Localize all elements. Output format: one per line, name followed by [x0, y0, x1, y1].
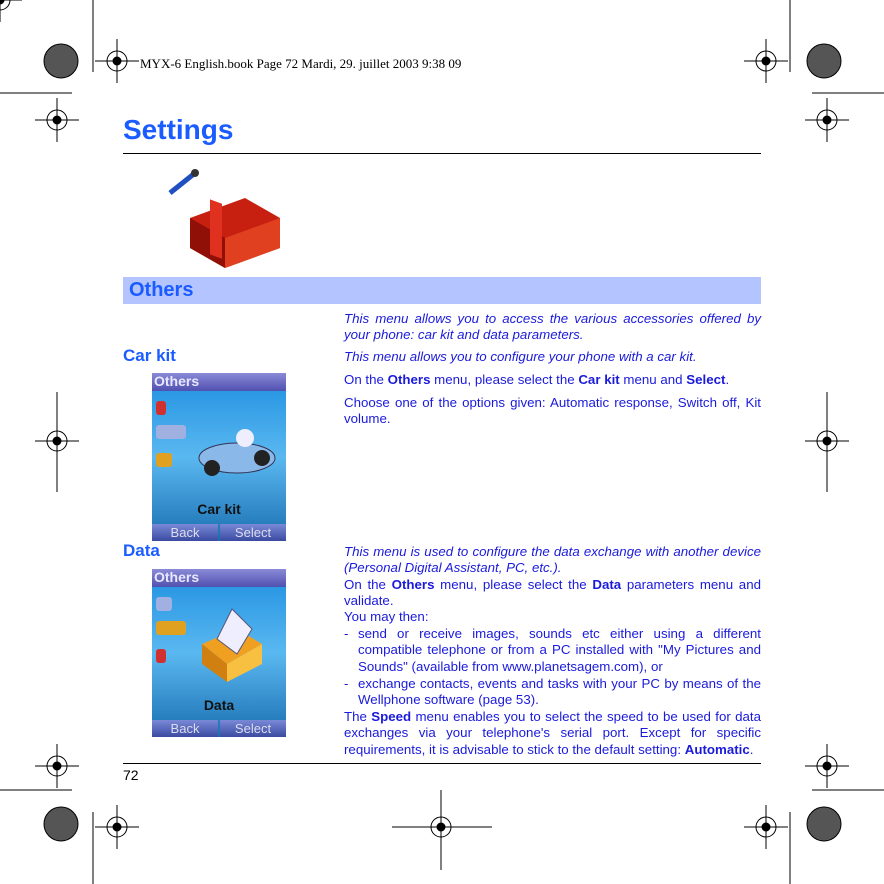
- data-instruction: On the Others menu, please select the Da…: [344, 577, 761, 609]
- screen-title: Others: [152, 569, 286, 587]
- select-softkey: Select: [220, 720, 286, 737]
- footer-divider: [123, 763, 761, 764]
- carkit-phone-screen: Others Car kit Back Select: [152, 373, 286, 541]
- select-softkey: Select: [220, 524, 286, 541]
- section-bar: Others: [123, 277, 761, 304]
- data-description: This menu is used to configure the data …: [344, 544, 761, 576]
- toolbox-icon: [168, 169, 280, 268]
- speed-text: The Speed menu enables you to select the…: [344, 709, 762, 757]
- carkit-description: This menu allows you to configure your p…: [344, 349, 697, 364]
- print-header: MYX-6 English.book Page 72 Mardi, 29. ju…: [140, 56, 462, 71]
- back-softkey: Back: [152, 524, 218, 541]
- data-heading: Data: [123, 541, 160, 560]
- selected-menu-icon: [156, 621, 186, 635]
- intro-text: This menu allows you to access the vario…: [344, 311, 761, 343]
- car-icon: [198, 429, 276, 476]
- screen-label: Data: [203, 697, 235, 713]
- screen-label: Car kit: [197, 501, 241, 517]
- data-then: You may then:: [344, 609, 429, 624]
- back-softkey: Back: [152, 720, 218, 737]
- carkit-instruction: On the Others menu, please select the Ca…: [344, 372, 730, 387]
- manual-page: MYX-6 English.book Page 72 Mardi, 29. ju…: [0, 0, 884, 884]
- selected-menu-icon: [156, 425, 186, 439]
- menu-icon: [156, 453, 172, 467]
- data-box-icon: [202, 608, 262, 682]
- title-divider: [123, 153, 761, 154]
- carkit-heading: Car kit: [123, 346, 176, 365]
- menu-icon: [156, 649, 166, 663]
- carkit-options: Choose one of the options given: Automat…: [344, 395, 761, 427]
- bullet-item: - exchange contacts, events and tasks wit…: [344, 676, 761, 708]
- section-title: Others: [129, 279, 194, 301]
- data-phone-screen: Others Data Back Select: [152, 569, 286, 737]
- page-number: 72: [123, 767, 139, 783]
- bullet-item: - send or receive images, sounds etc eith…: [344, 626, 761, 674]
- menu-icon: [156, 597, 172, 611]
- menu-icon: [156, 401, 166, 415]
- page-title: Settings: [123, 114, 234, 145]
- screen-title: Others: [152, 373, 286, 391]
